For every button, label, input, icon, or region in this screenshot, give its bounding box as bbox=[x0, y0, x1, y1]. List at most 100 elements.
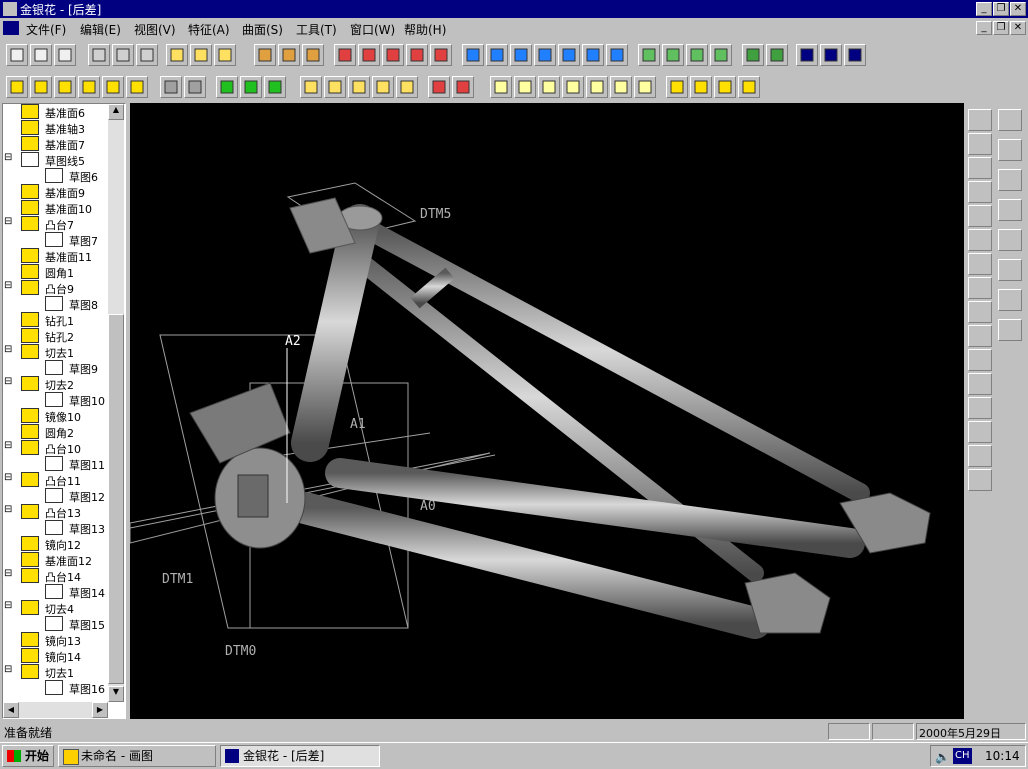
sketch-point-button[interactable] bbox=[968, 181, 992, 203]
window-cascade-button[interactable] bbox=[796, 44, 818, 66]
sketch-corner-button[interactable] bbox=[968, 445, 992, 467]
paste-button[interactable] bbox=[136, 44, 158, 66]
tree-item[interactable]: 基准面11 bbox=[3, 248, 109, 264]
tree-item[interactable]: ⊟ 切去1 bbox=[3, 344, 109, 360]
menu-tools[interactable]: 工具(T) bbox=[296, 21, 337, 38]
tree-item[interactable]: 镜向12 bbox=[3, 536, 109, 552]
menu-window[interactable]: 窗口(W) bbox=[350, 21, 395, 38]
sketch-arc-4-button[interactable] bbox=[968, 349, 992, 371]
tree-item[interactable]: 圆角2 bbox=[3, 424, 109, 440]
expand-toggle[interactable]: ⊟ bbox=[4, 344, 12, 355]
expand-toggle[interactable]: ⊟ bbox=[4, 472, 12, 483]
sketch-ellipse-button[interactable] bbox=[968, 421, 992, 443]
tree-item[interactable]: 钻孔1 bbox=[3, 312, 109, 328]
feat-b-button[interactable] bbox=[514, 76, 536, 98]
view-back-button[interactable] bbox=[486, 44, 508, 66]
chamfer-a-button[interactable] bbox=[102, 76, 124, 98]
close-button[interactable]: ✕ bbox=[1010, 2, 1026, 16]
tree-item[interactable]: 草图11 bbox=[3, 456, 109, 472]
tree-item[interactable]: 基准面12 bbox=[3, 552, 109, 568]
feat-a-button[interactable] bbox=[490, 76, 512, 98]
tree-item[interactable]: 草图6 bbox=[3, 168, 109, 184]
tree-item[interactable]: 基准面6 bbox=[3, 104, 109, 120]
tree-item[interactable]: ⊟ 切去1 bbox=[3, 664, 109, 680]
window-horizontal-button[interactable] bbox=[820, 44, 842, 66]
model-viewport[interactable]: DTM5 A2 A1 A0 DTM1 DTM0 bbox=[129, 103, 964, 719]
expand-toggle[interactable]: ⊟ bbox=[4, 568, 12, 579]
menu-feature[interactable]: 特征(A) bbox=[188, 21, 230, 38]
tree-item[interactable]: 镜向14 bbox=[3, 648, 109, 664]
datum-face-button[interactable] bbox=[396, 76, 418, 98]
view-left-button[interactable] bbox=[510, 44, 532, 66]
light-button[interactable] bbox=[766, 44, 788, 66]
sketch-arc-2-button[interactable] bbox=[968, 301, 992, 323]
scroll-right-arrow[interactable]: ▶ bbox=[92, 702, 108, 718]
tree-item[interactable]: 草图7 bbox=[3, 232, 109, 248]
shell-button[interactable] bbox=[160, 76, 182, 98]
tree-item[interactable]: 草图12 bbox=[3, 488, 109, 504]
expand-toggle[interactable]: ⊟ bbox=[4, 664, 12, 675]
feat-i-button[interactable] bbox=[690, 76, 712, 98]
doc-icon[interactable] bbox=[3, 21, 19, 35]
traffic-light-button[interactable] bbox=[278, 44, 300, 66]
sketch-circle-bold-button[interactable] bbox=[968, 253, 992, 275]
zoom-out-button[interactable] bbox=[382, 44, 404, 66]
minimize-button[interactable]: _ bbox=[976, 2, 992, 16]
feat-c-button[interactable] bbox=[538, 76, 560, 98]
start-button[interactable]: 开始 bbox=[2, 745, 54, 767]
tree-item[interactable]: ⊟ 凸台11 bbox=[3, 472, 109, 488]
view-iso-button[interactable] bbox=[606, 44, 628, 66]
sketch-centerline-button[interactable] bbox=[968, 133, 992, 155]
sketch-dimension-button[interactable] bbox=[998, 139, 1022, 161]
tree-item[interactable]: 草图8 bbox=[3, 296, 109, 312]
blend-button[interactable] bbox=[240, 76, 262, 98]
delete-datum-button[interactable] bbox=[452, 76, 474, 98]
tree-item[interactable]: 草图13 bbox=[3, 520, 109, 536]
sketch-polygon-button[interactable] bbox=[968, 373, 992, 395]
datum-line-button[interactable] bbox=[372, 76, 394, 98]
feat-f-button[interactable] bbox=[610, 76, 632, 98]
shaded-button[interactable] bbox=[662, 44, 684, 66]
shade-edges-button[interactable] bbox=[710, 44, 732, 66]
task-app[interactable]: 金银花 - [后差] bbox=[220, 745, 380, 767]
tree-item[interactable]: 基准面9 bbox=[3, 184, 109, 200]
rotate-button[interactable] bbox=[430, 44, 452, 66]
feat-h-button[interactable] bbox=[666, 76, 688, 98]
tree-item[interactable]: 草图10 bbox=[3, 392, 109, 408]
display-button[interactable] bbox=[302, 44, 324, 66]
feat-k-button[interactable] bbox=[738, 76, 760, 98]
view-bottom-button[interactable] bbox=[582, 44, 604, 66]
sketch-scissors-button[interactable] bbox=[998, 259, 1022, 281]
expand-toggle[interactable]: ⊟ bbox=[4, 376, 12, 387]
sketch-circle-2-button[interactable] bbox=[968, 229, 992, 251]
feat-d-button[interactable] bbox=[562, 76, 584, 98]
hidden-button[interactable] bbox=[686, 44, 708, 66]
tree-item[interactable]: 圆角1 bbox=[3, 264, 109, 280]
doc-restore-button[interactable]: ❐ bbox=[993, 21, 1009, 35]
cut-rect-button[interactable] bbox=[54, 76, 76, 98]
help-button[interactable] bbox=[190, 44, 212, 66]
scroll-thumb[interactable] bbox=[108, 314, 124, 684]
datum-grid-button[interactable] bbox=[348, 76, 370, 98]
sketch-circle-button[interactable] bbox=[968, 205, 992, 227]
hole-button[interactable] bbox=[30, 76, 52, 98]
zoom-window-button[interactable] bbox=[334, 44, 356, 66]
pan-button[interactable] bbox=[406, 44, 428, 66]
tree-item[interactable]: 基准轴3 bbox=[3, 120, 109, 136]
open-button[interactable] bbox=[30, 44, 52, 66]
ime-indicator[interactable]: CH bbox=[953, 748, 972, 764]
new-button[interactable] bbox=[6, 44, 28, 66]
datum-plane-button[interactable] bbox=[300, 76, 322, 98]
sketch-trim-x-button[interactable] bbox=[998, 199, 1022, 221]
sketch-chain-line-button[interactable] bbox=[968, 157, 992, 179]
sketch-measure-button[interactable] bbox=[998, 169, 1022, 191]
copy-button[interactable] bbox=[112, 44, 134, 66]
menu-file[interactable]: 文件(F) bbox=[26, 21, 66, 38]
menu-edit[interactable]: 编辑(E) bbox=[80, 21, 121, 38]
feat-e-button[interactable] bbox=[586, 76, 608, 98]
tree-item[interactable]: 镜像10 bbox=[3, 408, 109, 424]
expand-toggle[interactable]: ⊟ bbox=[4, 440, 12, 451]
tree-item[interactable]: ⊟ 凸台9 bbox=[3, 280, 109, 296]
expand-toggle[interactable]: ⊟ bbox=[4, 600, 12, 611]
doc-close-button[interactable]: ✕ bbox=[1010, 21, 1026, 35]
